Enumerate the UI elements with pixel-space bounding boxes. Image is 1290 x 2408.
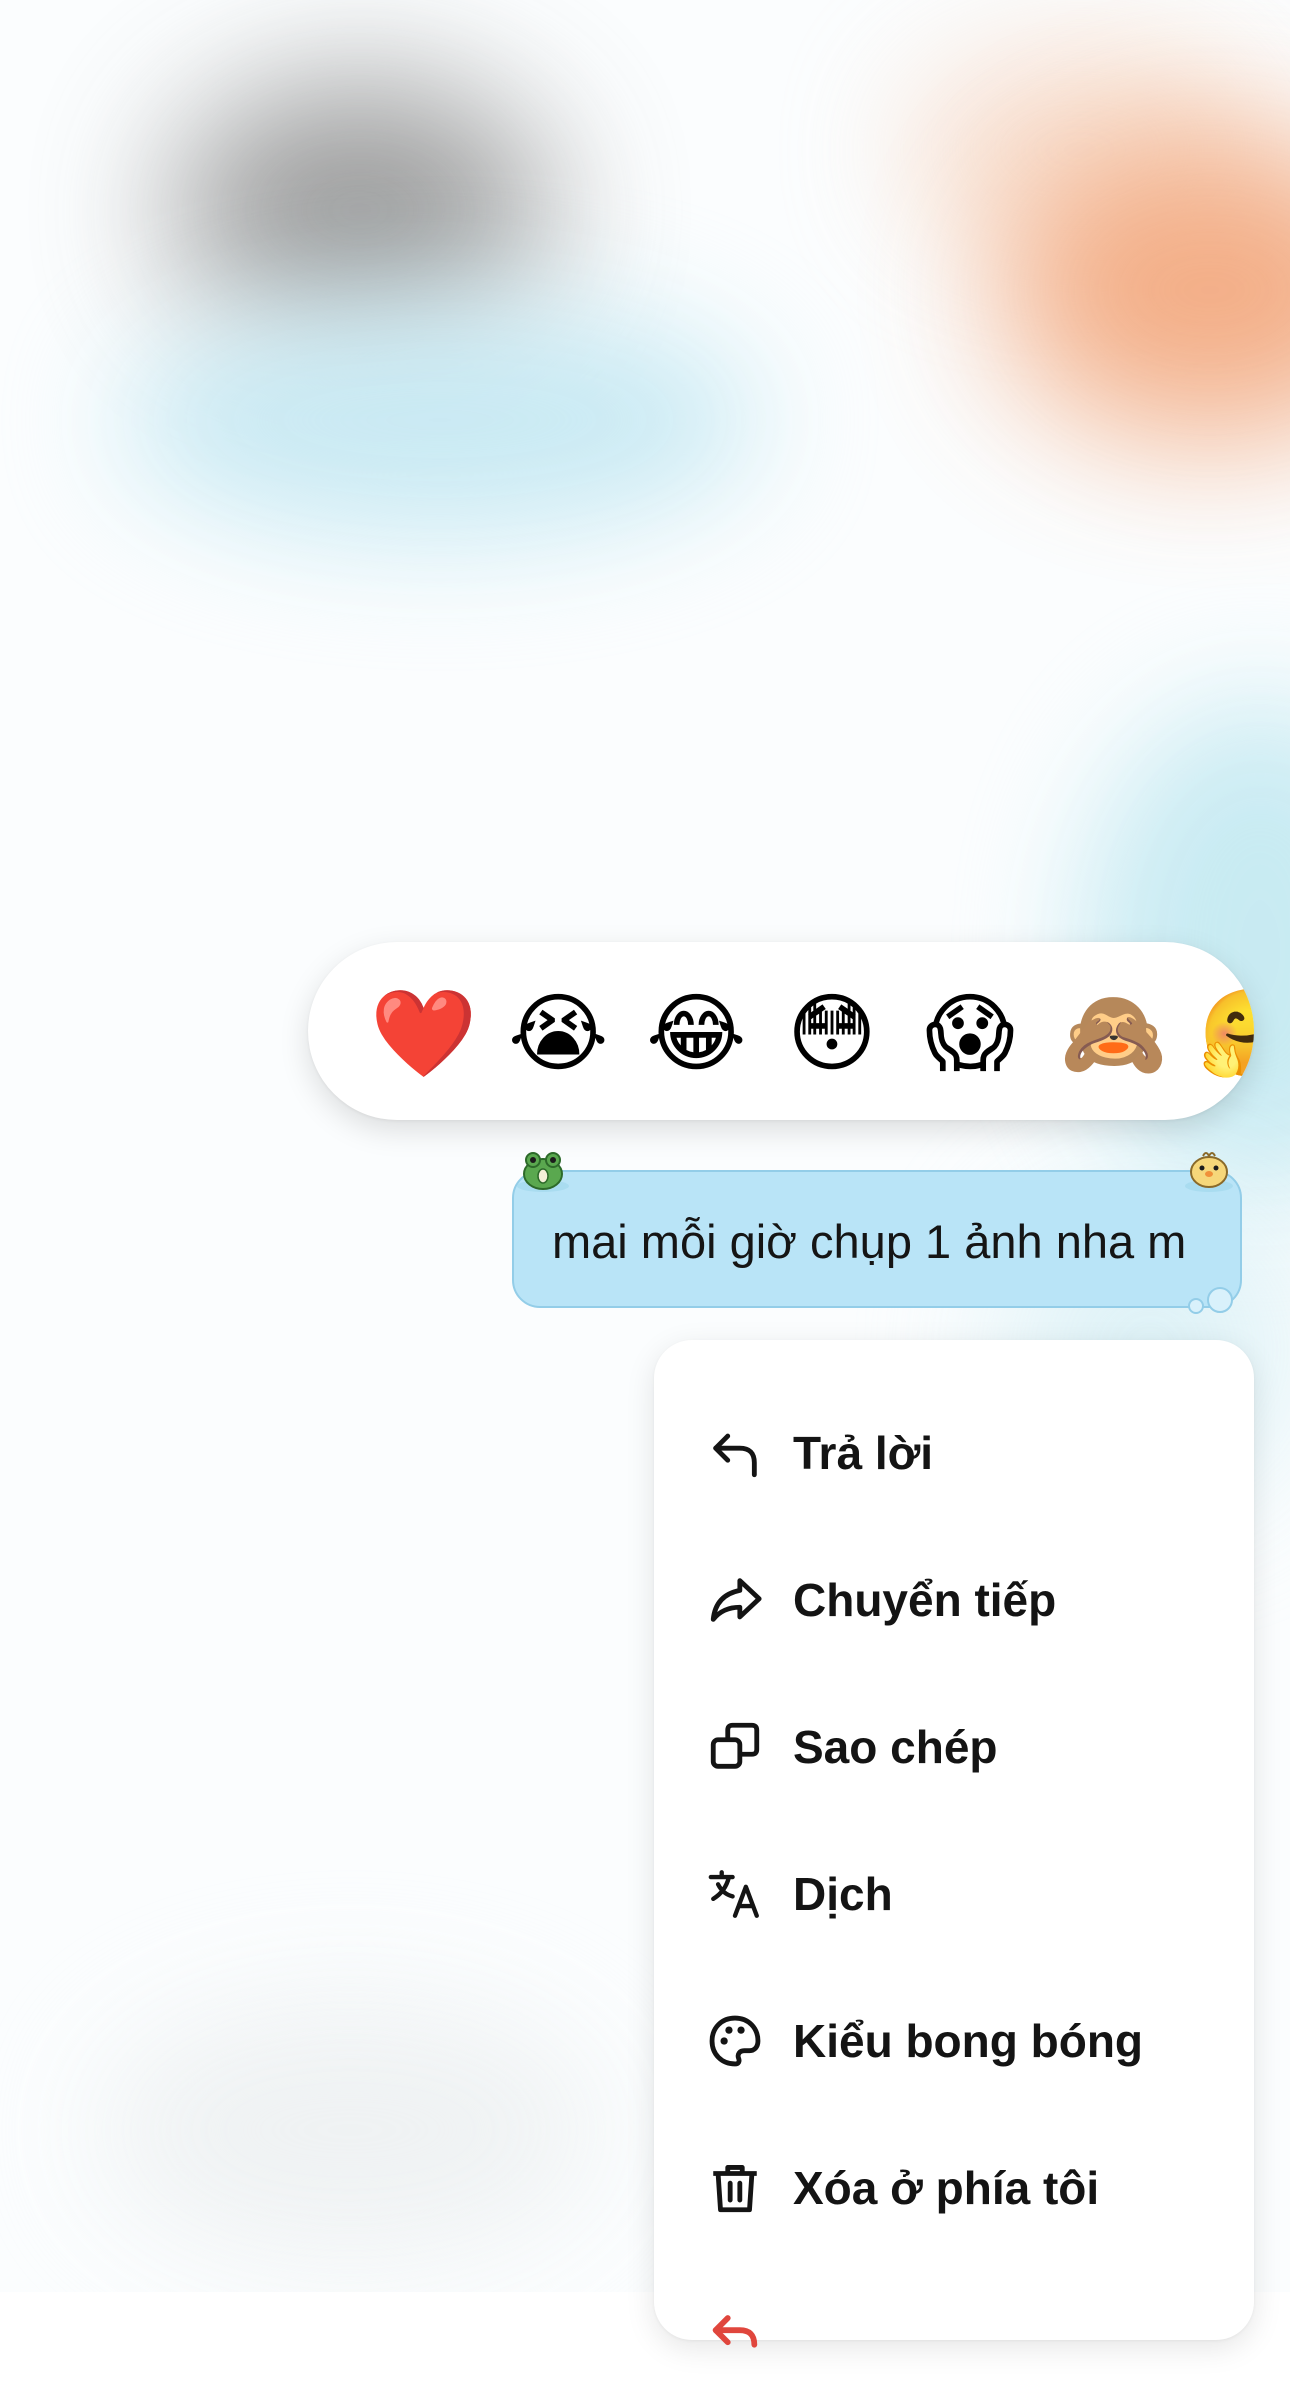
reaction-see-no-evil-monkey[interactable]: 🙈 [1060, 986, 1167, 1082]
palette-icon [709, 2015, 761, 2067]
reaction-bar: ❤️ 😭 😂 😳 😱 🙈 🤗 [308, 942, 1254, 1120]
reaction-tears-of-joy[interactable]: 😂 [646, 986, 747, 1082]
reaction-hugging[interactable]: 🤗 [1198, 986, 1254, 1082]
menu-item-recall[interactable] [654, 2262, 1254, 2408]
menu-item-label: Xóa ở phía tôi [793, 2162, 1100, 2214]
menu-item-label: Dịch [793, 1868, 893, 1920]
forward-icon [710, 1578, 762, 1622]
menu-item-forward[interactable]: Chuyển tiếp [654, 1527, 1254, 1673]
trash-icon [713, 2165, 757, 2213]
menu-item-delete-for-me[interactable]: Xóa ở phía tôi [654, 2115, 1254, 2261]
frog-sticker-icon [517, 1152, 569, 1192]
recall-icon [712, 2315, 758, 2348]
reaction-heart[interactable]: ❤️ [370, 986, 477, 1082]
message-text: mai mỗi giờ chụp 1 ảnh nha m [552, 1215, 1187, 1268]
bubbles-decoration-icon [1188, 1287, 1233, 1314]
message-bubble[interactable]: mai mỗi giờ chụp 1 ảnh nha m [512, 1170, 1242, 1308]
menu-item-reply[interactable]: Trả lời [654, 1380, 1254, 1526]
copy-icon [710, 1722, 760, 1769]
chick-sticker-icon [1185, 1152, 1233, 1192]
reply-icon [713, 1433, 757, 1478]
reaction-screaming[interactable]: 😱 [922, 986, 1018, 1082]
reaction-flushed[interactable]: 😳 [784, 986, 880, 1082]
menu-item-translate[interactable]: Dịch [654, 1821, 1254, 1967]
menu-item-bubble-style[interactable]: Kiểu bong bóng [654, 1968, 1254, 2114]
translate-icon [708, 1870, 759, 1918]
menu-item-label: Chuyển tiếp [793, 1574, 1057, 1626]
message-context-menu: Trả lời Chuyển tiếp Sao chép Dịch Kiểu b… [654, 1340, 1254, 2348]
menu-item-copy[interactable]: Sao chép [654, 1674, 1254, 1820]
menu-item-label: Kiểu bong bóng [793, 2015, 1144, 2067]
reaction-loudly-crying[interactable]: 😭 [508, 986, 609, 1082]
menu-item-label: Trả lời [793, 1427, 934, 1479]
menu-item-label: Sao chép [793, 1721, 998, 1773]
